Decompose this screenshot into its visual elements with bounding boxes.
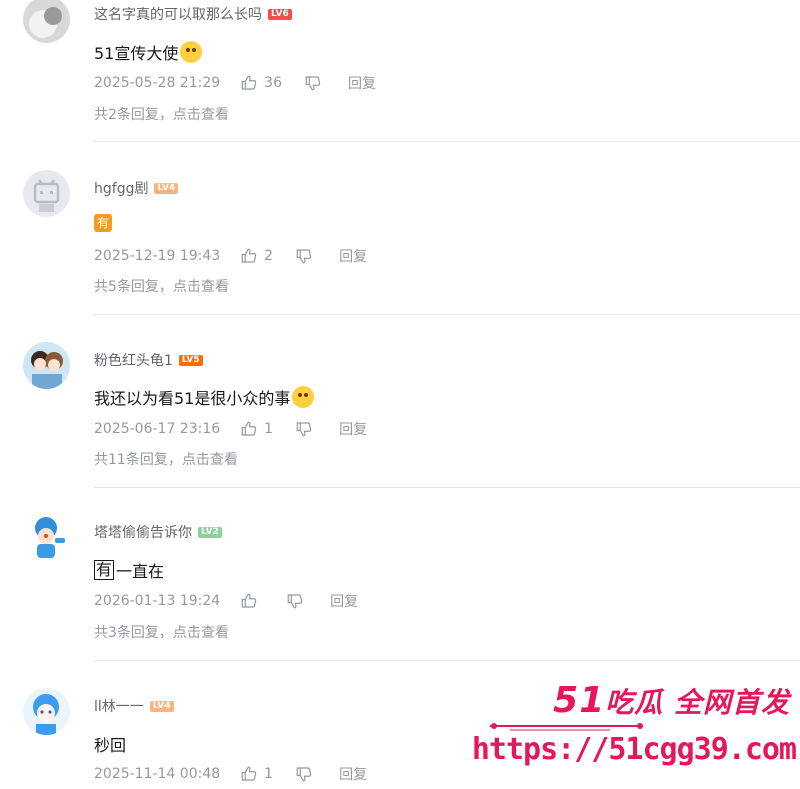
watermark: 51吃瓜 全网首发 https://51cgg39.com xyxy=(472,680,800,780)
view-replies-link[interactable]: 共2条回复，点击查看 xyxy=(94,104,229,124)
comment-text: 51宣传大使 xyxy=(94,40,203,64)
avatar[interactable] xyxy=(23,0,70,43)
username[interactable]: 粉色红头龟1 xyxy=(94,350,173,370)
reply-button[interactable]: 回复 xyxy=(330,591,358,611)
like-button[interactable] xyxy=(240,592,264,610)
like-button[interactable]: 36 xyxy=(240,74,282,92)
sticker-you: 有 xyxy=(94,560,115,580)
thumbs-up-icon xyxy=(241,766,257,781)
reply-button[interactable]: 回复 xyxy=(339,764,367,784)
thumbs-down-icon xyxy=(305,76,321,91)
thumbs-down-icon xyxy=(296,767,312,782)
watermark-title: 51吃瓜 全网首发 xyxy=(553,680,790,721)
comment-text: 我还以为看51是很小众的事 xyxy=(94,385,315,409)
comment-time: 2025-11-14 00:48 xyxy=(94,766,221,782)
divider xyxy=(94,141,800,142)
reply-button[interactable]: 回复 xyxy=(348,73,376,93)
like-count: 1 xyxy=(264,766,274,782)
avatar[interactable] xyxy=(23,170,70,217)
view-replies-link[interactable]: 共3条回复，点击查看 xyxy=(94,622,229,642)
smiling-emoji-icon xyxy=(180,41,203,63)
like-button[interactable]: 1 xyxy=(240,765,273,783)
dislike-button[interactable] xyxy=(286,592,304,610)
comment-time: 2025-05-28 21:29 xyxy=(94,75,221,91)
shy-emoji-icon xyxy=(292,386,315,408)
level-badge: LV4 xyxy=(154,182,179,194)
thumbs-up-icon xyxy=(241,248,257,263)
thumbs-down-icon xyxy=(287,594,303,609)
thumbs-up-icon xyxy=(241,75,257,90)
username[interactable]: hgfgg剧 xyxy=(94,178,148,198)
thumbs-up-icon xyxy=(241,421,257,436)
dislike-button[interactable] xyxy=(304,74,322,92)
like-count: 2 xyxy=(264,248,274,264)
username[interactable]: 塔塔偷偷告诉你 xyxy=(94,522,192,542)
thumbs-down-icon xyxy=(296,422,312,437)
username[interactable]: ll林一一 xyxy=(94,696,144,716)
like-button[interactable]: 1 xyxy=(240,420,273,438)
divider xyxy=(94,314,800,315)
watermark-url: https://51cgg39.com xyxy=(471,732,797,767)
avatar[interactable] xyxy=(23,514,70,561)
thumbs-up-icon xyxy=(241,593,257,608)
comment-time: 2026-01-13 19:24 xyxy=(94,593,221,609)
avatar[interactable] xyxy=(23,342,70,389)
like-button[interactable]: 2 xyxy=(240,247,273,265)
level-badge: LV4 xyxy=(149,700,174,712)
comment-text: 秒回 xyxy=(94,736,127,755)
comment-text: 有 一直在 xyxy=(94,560,165,581)
dislike-button[interactable] xyxy=(295,247,313,265)
level-badge: LV2 xyxy=(198,526,222,538)
view-replies-link[interactable]: 共11条回复，点击查看 xyxy=(94,449,238,469)
view-replies-link[interactable]: 共5条回复，点击查看 xyxy=(94,276,229,296)
like-count: 1 xyxy=(264,421,274,437)
dislike-button[interactable] xyxy=(295,765,313,783)
avatar[interactable] xyxy=(23,688,70,735)
like-count: 36 xyxy=(264,75,282,91)
username[interactable]: 这名字真的可以取那么长吗 xyxy=(94,4,262,24)
sticker-you: 有 xyxy=(94,214,112,232)
comment-time: 2025-06-17 23:16 xyxy=(94,421,221,437)
level-badge: LV5 xyxy=(178,354,203,366)
dislike-button[interactable] xyxy=(295,420,313,438)
reply-button[interactable]: 回复 xyxy=(339,246,367,266)
thumbs-down-icon xyxy=(296,249,312,264)
circuit-lines-decoration xyxy=(490,723,643,731)
divider xyxy=(94,660,800,661)
reply-button[interactable]: 回复 xyxy=(339,419,367,439)
level-badge: LV6 xyxy=(268,8,292,20)
comment-text: 有 xyxy=(94,214,112,232)
comment-time: 2025-12-19 19:43 xyxy=(94,248,221,264)
divider xyxy=(94,487,800,488)
